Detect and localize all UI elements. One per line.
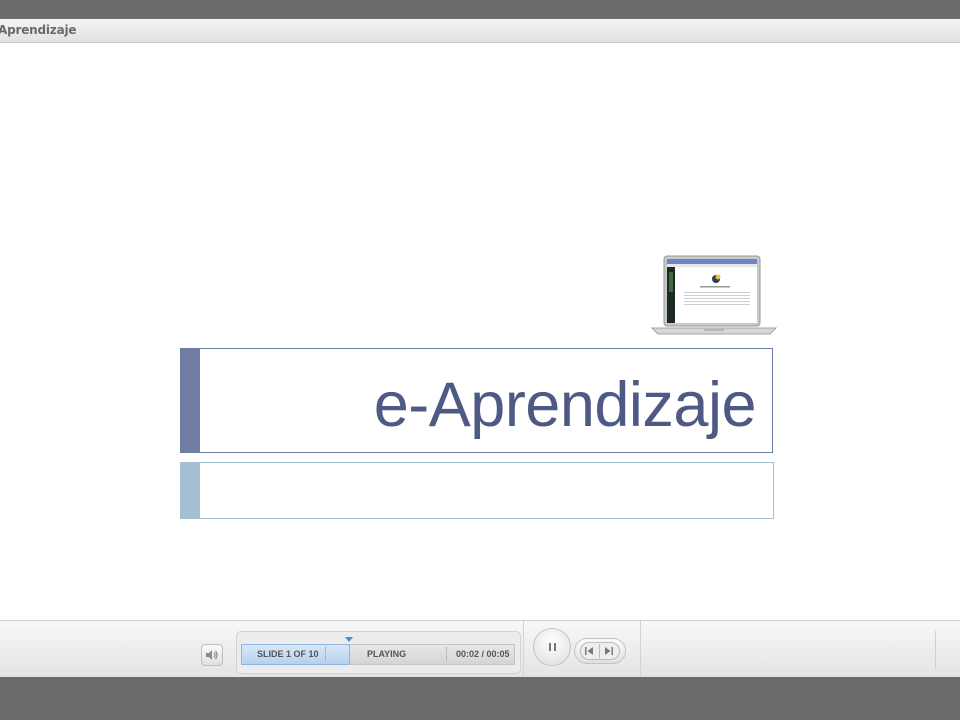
- slide-navigation: [574, 638, 626, 664]
- time-display: 00:02 / 00:05: [456, 649, 510, 659]
- pause-button[interactable]: [533, 628, 571, 666]
- nav-divider: [599, 644, 600, 658]
- top-frame: [0, 0, 960, 19]
- slide-title: e-Aprendizaje: [373, 370, 757, 440]
- volume-button[interactable]: [201, 644, 223, 666]
- title-placeholder: e-Aprendizaje: [180, 348, 773, 453]
- playhead-marker[interactable]: [345, 637, 353, 642]
- previous-icon[interactable]: [584, 647, 594, 655]
- next-icon[interactable]: [604, 647, 614, 655]
- bottom-frame: [0, 677, 960, 720]
- playback-status: PLAYING: [367, 649, 407, 659]
- volume-icon: [206, 650, 218, 660]
- laptop-image: [648, 246, 780, 338]
- divider: [325, 647, 327, 661]
- subtitle-placeholder: [180, 462, 774, 519]
- slide-stage: [0, 43, 960, 620]
- window-titlebar: Aprendizaje: [0, 19, 960, 43]
- slide-counter: SLIDE 1 OF 10: [257, 649, 319, 659]
- divider: [446, 647, 448, 661]
- divider: [935, 631, 936, 669]
- window-title: Aprendizaje: [0, 23, 77, 37]
- player-controls: SLIDE 1 OF 10 PLAYING 00:02 / 00:05: [0, 620, 960, 677]
- title-accent-bar: [181, 349, 200, 452]
- subtitle-accent-bar: [181, 463, 200, 518]
